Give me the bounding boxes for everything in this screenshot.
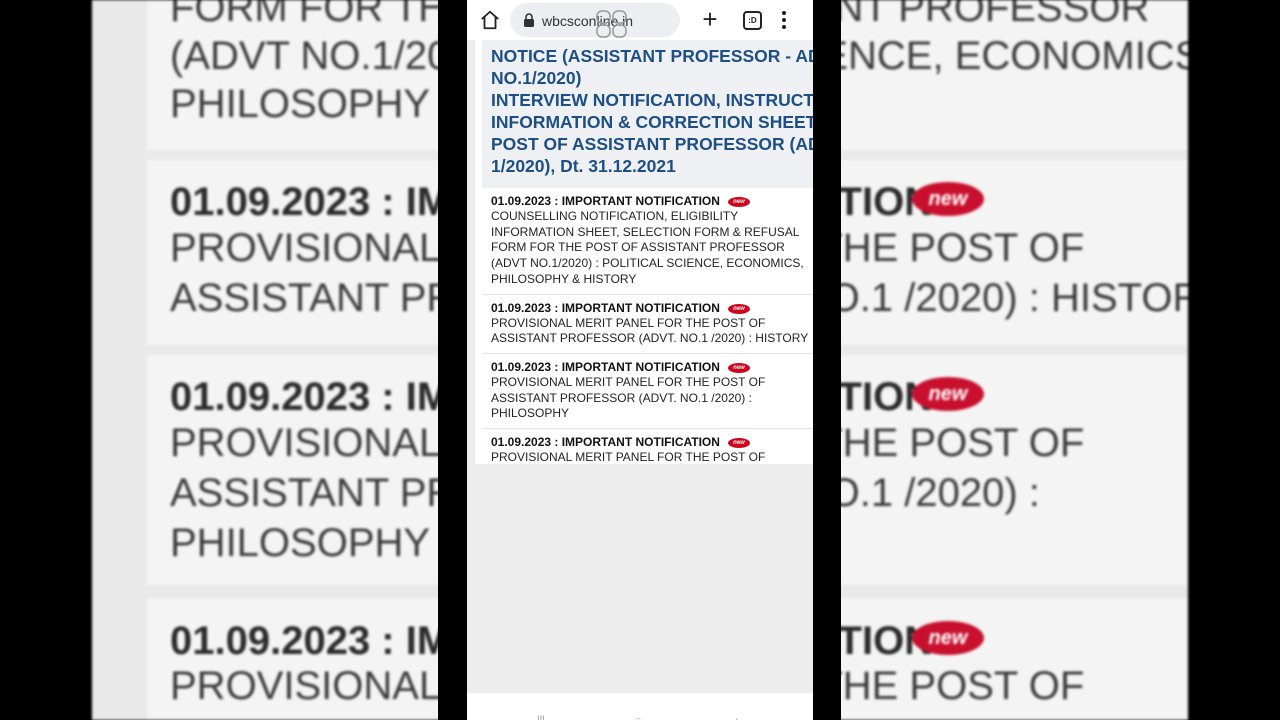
notice-banner[interactable]: NOTICE (ASSISTANT PROFESSOR - ADVT. NO.1… [482, 40, 813, 188]
browser-toolbar: wbcsconline.in + :D [467, 0, 813, 40]
new-badge-icon: new [727, 362, 750, 373]
dark-border-left [438, 0, 468, 720]
page-content: NOTICE (ASSISTANT PROFESSOR - ADVT. NO.1… [475, 40, 813, 464]
home-icon[interactable] [479, 9, 501, 31]
notification-date: 01.09.2023 : IMPORTANT NOTIFICATION [491, 194, 720, 208]
notification-date: 01.09.2023 : IMPORTANT NOTIFICATION [491, 359, 720, 374]
notice-heading-link[interactable]: NOTICE (ASSISTANT PROFESSOR - ADVT. NO.1… [491, 45, 813, 177]
system-navigation-bar: ||| ○ ‹ [467, 693, 813, 720]
address-bar[interactable]: wbcsconline.in [510, 3, 680, 38]
new-badge-icon: new [727, 303, 750, 314]
list-item[interactable]: 01.09.2023 : IMPORTANT NOTIFICATION new P… [482, 354, 813, 430]
new-badge-icon: new [727, 438, 750, 449]
notification-body[interactable]: COUNSELLING NOTIFICATION, ELIGIBILITY IN… [491, 209, 813, 288]
phone-screen: wbcsconline.in + :D NOTICE (ASSISTANT PR… [467, 0, 813, 720]
recents-nav-icon[interactable]: ||| [537, 715, 545, 720]
overlay-grid-icon [596, 10, 627, 38]
list-item[interactable]: 01.09.2023 : IMPORTANT NOTIFICATION new P… [482, 295, 813, 354]
notification-body[interactable]: PROVISIONAL MERIT PANEL FOR THE POST OF … [491, 375, 813, 422]
home-nav-icon[interactable]: ○ [635, 715, 641, 720]
lock-icon [524, 13, 534, 27]
notification-date: 01.09.2023 : IMPORTANT NOTIFICATION [491, 435, 720, 450]
more-menu-icon[interactable] [781, 9, 787, 31]
tab-switcher-button[interactable]: :D [743, 11, 762, 30]
bg-new-badge: new [912, 621, 984, 655]
notification-date: 01.09.2023 : IMPORTANT NOTIFICATION [491, 300, 720, 315]
notification-body[interactable]: PROVISIONAL MERIT PANEL FOR THE POST OF … [491, 316, 813, 347]
bg-new-badge: new [912, 182, 984, 216]
bg-new-badge: new [912, 377, 984, 411]
list-item[interactable]: 01.09.2023 : IMPORTANT NOTIFICATION new C… [482, 188, 813, 295]
list-item[interactable]: 01.09.2023 : IMPORTANT NOTIFICATION new P… [482, 429, 813, 464]
notification-body[interactable]: PROVISIONAL MERIT PANEL FOR THE POST OF [491, 450, 813, 464]
dark-border-right [813, 0, 841, 720]
back-nav-icon[interactable]: ‹ [735, 715, 738, 720]
notification-list: 01.09.2023 : IMPORTANT NOTIFICATION new C… [482, 188, 813, 464]
bg-text-line: PHILOSOPHY [170, 521, 431, 565]
new-badge-icon: new [727, 197, 750, 207]
new-tab-plus-icon[interactable]: + [698, 6, 722, 32]
